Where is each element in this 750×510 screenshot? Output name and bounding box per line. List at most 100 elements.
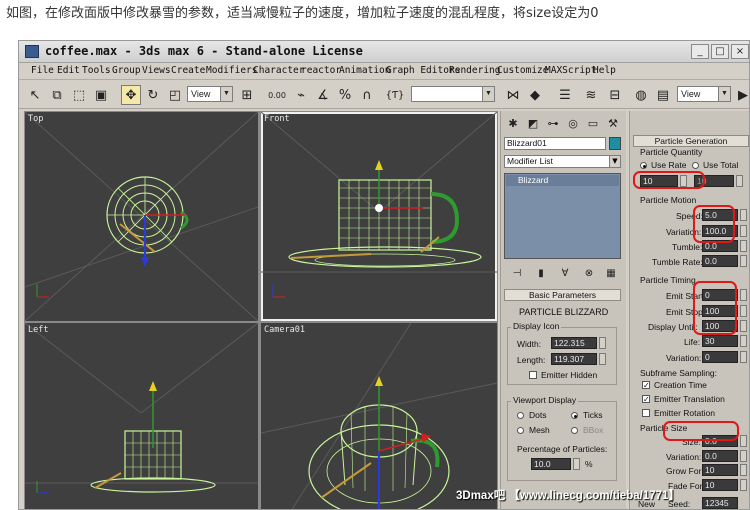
menu-help[interactable]: Help — [593, 65, 616, 76]
modifier-list-dropdown[interactable]: Modifier List — [504, 155, 621, 168]
percent-snap-icon[interactable]: % — [335, 85, 355, 105]
viewport-front[interactable]: Front — [261, 112, 497, 321]
size-variation-field[interactable]: 0.0 — [702, 450, 738, 462]
menu-edit[interactable]: Edit — [57, 65, 80, 76]
select-region-icon[interactable]: ⬚ — [69, 85, 89, 105]
variation-spinner[interactable] — [740, 225, 747, 237]
percentage-spinner[interactable] — [573, 458, 580, 470]
minimize-button[interactable]: _ — [691, 44, 709, 59]
maximize-button[interactable]: □ — [711, 44, 729, 59]
named-selection-dropdown[interactable]: ▼ — [411, 86, 495, 102]
material-editor-icon[interactable]: ◍ — [631, 85, 651, 105]
menu-animation[interactable]: Animation — [339, 65, 390, 76]
particle-generation-rollout[interactable]: Particle Generation — [633, 135, 749, 147]
seed-field[interactable]: 12345 — [702, 497, 738, 509]
schematic-icon[interactable]: ⊟ — [605, 85, 625, 105]
emit-start-spinner[interactable] — [740, 289, 747, 301]
curve-editor-icon[interactable]: ≋ — [581, 85, 601, 105]
emit-stop-spinner[interactable] — [740, 305, 747, 317]
viewport-camera[interactable]: Camera01 — [261, 323, 497, 509]
mesh-radio[interactable] — [517, 427, 524, 434]
width-field[interactable]: 122.315 — [551, 337, 597, 349]
use-rate-radio[interactable] — [640, 162, 647, 169]
life-variation-spinner[interactable] — [740, 351, 747, 363]
object-name-field[interactable]: Blizzard01 — [504, 137, 606, 150]
grow-for-spinner[interactable] — [740, 464, 747, 476]
quick-render-icon[interactable]: ▶ — [733, 85, 749, 105]
align-icon[interactable]: ◆ — [525, 85, 545, 105]
tumble-rate-spinner[interactable] — [740, 255, 747, 267]
render-type-dropdown[interactable]: View ▼ — [677, 86, 731, 102]
life-field[interactable]: 30 — [702, 335, 738, 347]
remove-modifier-icon[interactable]: ⊗ — [579, 263, 599, 283]
size-spinner[interactable] — [740, 435, 747, 447]
viewport-top[interactable]: Top — [25, 112, 258, 321]
object-color-swatch[interactable] — [609, 137, 621, 150]
layer-manager-icon[interactable]: ☰ — [555, 85, 575, 105]
use-total-radio[interactable] — [692, 162, 699, 169]
utilities-tab-icon[interactable]: ⚒ — [603, 113, 623, 133]
spinner-snap-value[interactable]: 0.00 — [267, 85, 287, 105]
length-field[interactable]: 119.307 — [551, 353, 597, 365]
reference-coord-dropdown[interactable]: View ▼ — [187, 86, 233, 102]
speed-spinner[interactable] — [740, 209, 747, 221]
make-unique-icon[interactable]: ∀ — [555, 263, 575, 283]
total-spinner[interactable] — [736, 175, 743, 187]
tumble-spinner[interactable] — [740, 240, 747, 252]
select-arrow-icon[interactable]: ↖ — [25, 85, 45, 105]
menu-group[interactable]: Group — [112, 65, 141, 76]
width-spinner[interactable] — [599, 337, 606, 349]
close-button[interactable]: × — [731, 44, 749, 59]
ticks-radio[interactable] — [571, 412, 578, 419]
menu-create[interactable]: Create — [171, 65, 205, 76]
display-tab-icon[interactable]: ▭ — [583, 113, 603, 133]
size-variation-spinner[interactable] — [740, 450, 747, 462]
basic-parameters-rollout[interactable]: Basic Parameters — [504, 289, 621, 301]
menu-character[interactable]: Character — [253, 65, 304, 76]
magnet-icon[interactable]: ∩ — [357, 85, 377, 105]
snap-icon[interactable]: ⌁ — [291, 85, 311, 105]
show-end-result-icon[interactable]: ▮ — [531, 263, 551, 283]
select-by-name-icon[interactable]: ⧉ — [47, 85, 67, 105]
life-variation-field[interactable]: 0 — [702, 351, 738, 363]
menu-views[interactable]: Views — [142, 65, 171, 76]
menu-reactor[interactable]: reactor — [301, 65, 341, 76]
emitter-translation-checkbox[interactable]: ✓ — [642, 395, 650, 404]
stack-item-blizzard[interactable]: Blizzard — [506, 175, 619, 186]
hierarchy-tab-icon[interactable]: ⊶ — [543, 113, 563, 133]
menu-customize[interactable]: Customize — [497, 65, 548, 76]
pivot-icon[interactable]: ⊞ — [237, 85, 257, 105]
menu-rendering[interactable]: Rendering — [449, 65, 500, 76]
creation-time-checkbox[interactable]: ✓ — [642, 381, 650, 390]
grow-for-field[interactable]: 10 — [702, 464, 738, 476]
named-selection-icon[interactable]: {Ƭ} — [385, 85, 405, 105]
fade-for-spinner[interactable] — [740, 479, 747, 491]
mirror-icon[interactable]: ⋈ — [503, 85, 523, 105]
life-spinner[interactable] — [740, 335, 747, 347]
menu-file[interactable]: File — [31, 65, 54, 76]
menu-tools[interactable]: Tools — [82, 65, 111, 76]
render-scene-icon[interactable]: ▤ — [653, 85, 673, 105]
bbox-radio[interactable] — [571, 427, 578, 434]
emitter-hidden-checkbox[interactable] — [529, 371, 537, 379]
rotate-icon[interactable]: ↻ — [143, 85, 163, 105]
pin-stack-icon[interactable]: ⊣ — [507, 263, 527, 283]
viewport-left[interactable]: Left — [25, 323, 258, 509]
percentage-field[interactable]: 10.0 — [531, 458, 571, 470]
fade-for-field[interactable]: 10 — [702, 479, 738, 491]
display-until-spinner[interactable] — [740, 320, 747, 332]
scale-icon[interactable]: ◰ — [165, 85, 185, 105]
menu-modifiers[interactable]: Modifiers — [206, 65, 257, 76]
dots-radio[interactable] — [517, 412, 524, 419]
configure-sets-icon[interactable]: ▦ — [601, 263, 621, 283]
create-tab-icon[interactable]: ✱ — [503, 113, 523, 133]
menu-maxscript[interactable]: MAXScript — [545, 65, 596, 76]
window-crossing-icon[interactable]: ▣ — [91, 85, 111, 105]
motion-tab-icon[interactable]: ◎ — [563, 113, 583, 133]
emitter-rotation-checkbox[interactable] — [642, 409, 650, 417]
tumble-rate-field[interactable]: 0.0 — [702, 255, 738, 267]
modify-tab-icon[interactable]: ◩ — [523, 113, 543, 133]
length-spinner[interactable] — [599, 353, 606, 365]
move-icon[interactable]: ✥ — [121, 85, 141, 105]
angle-snap-icon[interactable]: ∡ — [313, 85, 333, 105]
